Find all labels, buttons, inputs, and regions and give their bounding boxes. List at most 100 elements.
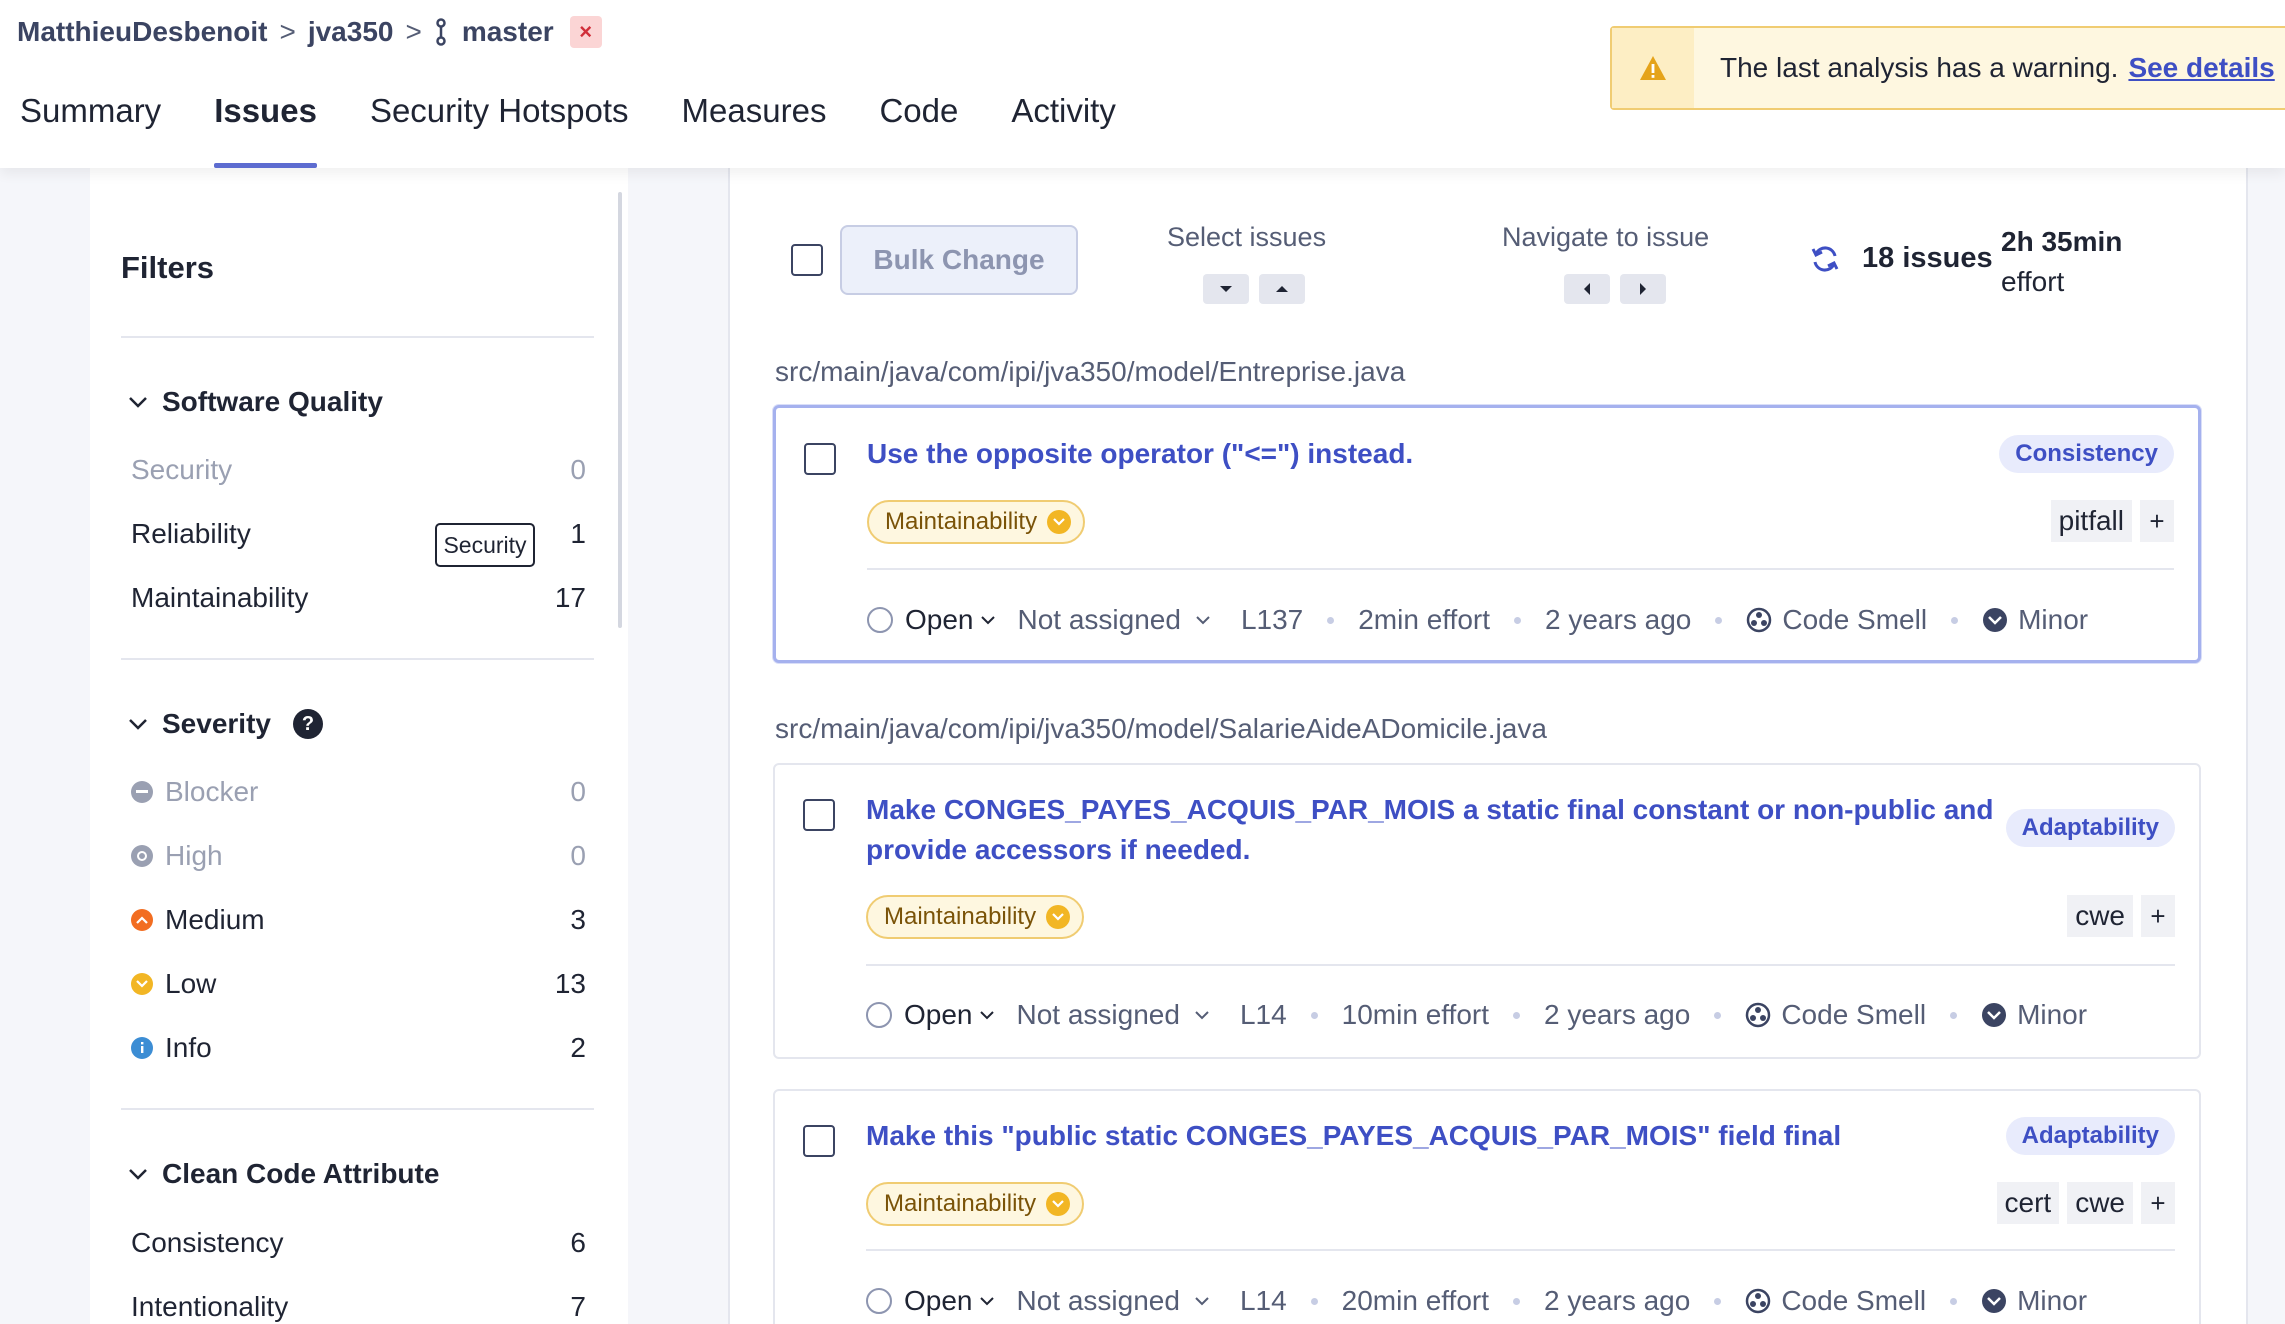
separator-dot [1714,1011,1722,1019]
tag[interactable]: cwe [2067,1182,2133,1224]
refresh-icon[interactable] [1810,244,1840,274]
effort-label: effort [2001,266,2065,297]
high-severity-icon [131,845,153,867]
facet-item-low[interactable]: Low 13 [131,959,586,1009]
facet-item-count: 1 [570,518,586,549]
issue-card[interactable]: Use the opposite operator ("<=") instead… [773,405,2201,663]
facet-clean-code-attribute[interactable]: Clean Code Attribute [128,1158,439,1190]
tab-summary[interactable]: Summary [20,88,161,168]
clean-code-attribute-badge[interactable]: Consistency [1999,435,2174,473]
software-quality-badge[interactable]: Maintainability [866,895,1085,939]
info-severity-icon [131,1037,153,1059]
chevron-down-icon [979,1296,995,1306]
facet-item-count: 2 [570,1032,586,1063]
issue-card[interactable]: Make CONGES_PAYES_ACQUIS_PAR_MOIS a stat… [773,763,2201,1059]
add-tag-button[interactable]: + [2140,500,2174,542]
issue-age: 2 years ago [1544,999,1691,1030]
facet-item-info[interactable]: Info 2 [131,1023,586,1073]
separator-dot [1714,1297,1722,1305]
tab-security-hotspots[interactable]: Security Hotspots [370,88,629,168]
issue-severity: Minor [2017,999,2088,1030]
assignee-dropdown[interactable]: Not assigned [1017,1285,1210,1317]
issue-checkbox[interactable] [803,799,835,831]
branch-icon [434,18,448,46]
separator-dot [1951,616,1959,624]
add-tag-button[interactable]: + [2141,895,2175,937]
tab-issues[interactable]: Issues [214,88,317,168]
effort-value: 2h 35min [2001,226,2123,257]
issue-card[interactable]: Make this "public static CONGES_PAYES_AC… [773,1089,2201,1324]
tag[interactable]: cwe [2067,895,2133,937]
select-all-checkbox[interactable] [791,244,823,276]
card-divider [866,1249,2175,1251]
code-smell-icon [1745,1002,1771,1028]
facet-software-quality[interactable]: Software Quality [128,386,383,418]
facet-item-medium[interactable]: Medium 3 [131,895,586,945]
issue-title[interactable]: Make CONGES_PAYES_ACQUIS_PAR_MOIS a stat… [866,790,1994,870]
facet-item-count: 6 [570,1227,586,1258]
tag[interactable]: cert [1996,1182,2060,1224]
issue-title-line: provide accessors if needed. [866,834,1251,865]
line-number[interactable]: L14 [1240,1285,1287,1317]
assignee-dropdown[interactable]: Not assigned [1018,604,1211,636]
facet-item-intentionality[interactable]: Intentionality 7 [131,1282,586,1324]
branch-name[interactable]: master [462,16,554,48]
low-severity-icon [1046,905,1071,929]
card-divider [866,964,2175,966]
facet-title-text: Clean Code Attribute [162,1158,440,1189]
navigate-to-issue-label: Navigate to issue [1502,222,1710,252]
tag[interactable]: pitfall [2050,500,2132,542]
status-circle-icon [866,1288,892,1314]
facet-item-security[interactable]: Security 0 [131,445,586,495]
assignee-label: Not assigned [1016,1285,1180,1316]
see-details-link[interactable]: See details [2128,52,2274,83]
status-dropdown[interactable]: Open [867,604,996,636]
issue-meta: Open Not assigned L14 10min effort 2 yea… [866,995,2175,1035]
status-dropdown[interactable]: Open [866,1285,995,1317]
issue-checkbox[interactable] [804,443,836,475]
tab-measures[interactable]: Measures [682,88,827,168]
facet-item-label: Reliability [131,518,251,549]
assignee-dropdown[interactable]: Not assigned [1017,999,1210,1031]
software-quality-badge[interactable]: Maintainability [866,1182,1085,1226]
add-tag-button[interactable]: + [2141,1182,2175,1224]
separator-dot [1310,1011,1318,1019]
issue-checkbox[interactable] [803,1125,835,1157]
facet-item-label: Consistency [131,1227,284,1258]
issue-title[interactable]: Make this "public static CONGES_PAYES_AC… [866,1116,1841,1156]
facet-item-blocker[interactable]: Blocker 0 [131,767,586,817]
facet-item-label: Intentionality [131,1291,289,1322]
help-icon[interactable]: ? [292,709,323,739]
facet-severity[interactable]: Severity ? [128,708,323,740]
issue-type: Code Smell [1781,1285,1927,1316]
facet-item-label: Security [131,454,233,485]
separator-dot [1327,616,1335,624]
breadcrumb-owner[interactable]: MatthieuDesbenoit [17,16,267,48]
chevron-down-icon [128,396,148,408]
status-circle-icon [866,1002,892,1028]
software-quality-label: Maintainability [885,508,1038,535]
issue-title[interactable]: Use the opposite operator ("<=") instead… [867,434,1413,474]
software-quality-badge[interactable]: Maintainability [867,500,1086,544]
facet-item-high[interactable]: High 0 [131,831,586,881]
facet-item-maintainability[interactable]: Maintainability 17 [131,573,586,623]
issue-age: 2 years ago [1544,1285,1691,1316]
bulk-change-button[interactable]: Bulk Change [840,225,1078,295]
facet-item-count: 13 [554,968,586,999]
low-severity-icon [1046,1192,1071,1216]
line-number[interactable]: L137 [1241,604,1303,636]
breadcrumb-project[interactable]: jva350 [308,16,394,48]
status-label: Open [904,999,973,1030]
tooltip: Security [435,523,535,567]
facet-item-consistency[interactable]: Consistency 6 [131,1218,586,1268]
tab-activity[interactable]: Activity [1011,88,1116,168]
status-circle-icon [867,607,893,633]
clean-code-attribute-badge[interactable]: Adaptability [2005,1117,2175,1155]
sidebar-scrollbar[interactable] [618,192,622,628]
clean-code-attribute-badge[interactable]: Adaptability [2005,809,2175,847]
line-number[interactable]: L14 [1240,999,1287,1031]
tab-code[interactable]: Code [879,88,958,168]
status-dropdown[interactable]: Open [866,999,995,1031]
issue-effort: 10min effort [1341,999,1489,1030]
close-branch-icon[interactable]: × [569,16,602,48]
